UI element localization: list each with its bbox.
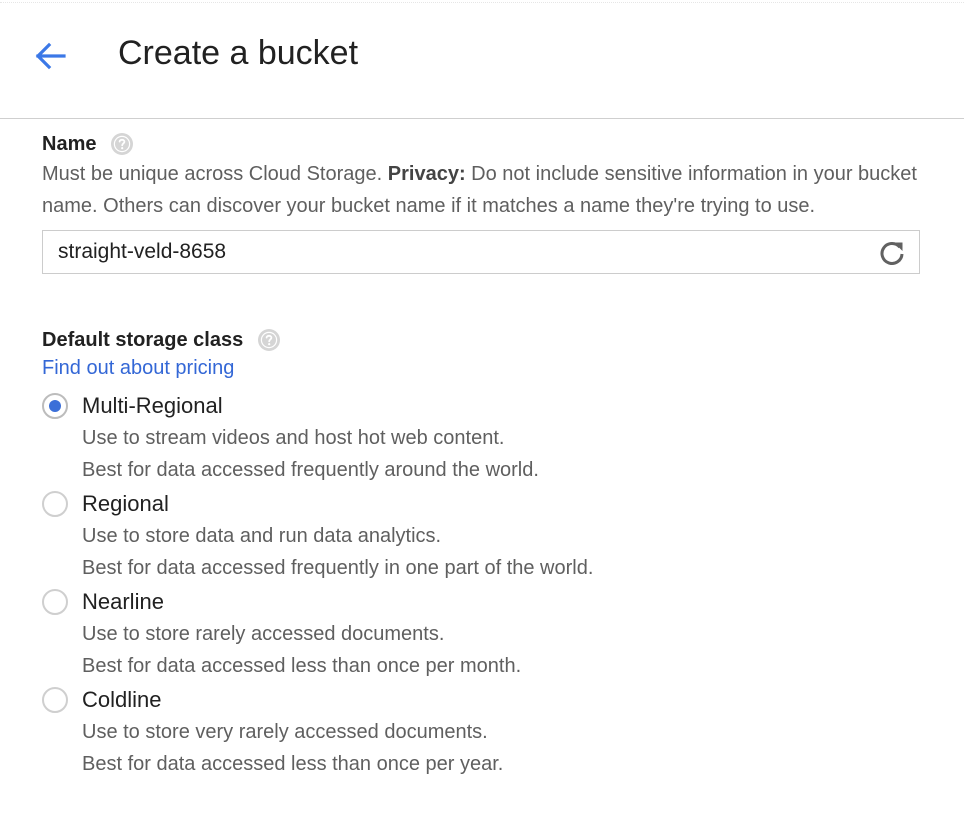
pricing-link[interactable]: Find out about pricing: [42, 354, 234, 382]
radio-description-line: Best for data accessed less than once pe…: [82, 753, 504, 775]
bucket-name-input[interactable]: [43, 231, 863, 273]
privacy-label: Privacy:: [387, 163, 466, 185]
name-description-prefix: Must be unique across Cloud Storage.: [42, 163, 388, 185]
radio-nearline[interactable]: [42, 589, 68, 615]
radio-description-line: Best for data accessed less than once pe…: [82, 655, 522, 677]
radio-label[interactable]: Regional: [82, 488, 922, 520]
bucket-name-field: [42, 230, 920, 274]
refresh-icon: [880, 242, 904, 265]
page-title: Create a bucket: [118, 34, 359, 72]
radio-label[interactable]: Multi-Regional: [82, 390, 922, 422]
name-label-row: Name: [42, 130, 922, 158]
name-section: Name Must be unique across Cloud Storage…: [42, 130, 922, 274]
back-button[interactable]: [30, 36, 70, 76]
radio-description-line: Best for data accessed frequently in one…: [82, 557, 594, 579]
radio-coldline[interactable]: [42, 687, 68, 713]
create-bucket-page: Create a bucket Name Must be unique acro…: [0, 0, 964, 840]
radio-description-line: Use to store data and run data analytics…: [82, 525, 442, 547]
radio-description-line: Use to stream videos and host hot web co…: [82, 427, 505, 449]
radio-multi-regional[interactable]: [42, 393, 68, 419]
arrow-left-icon: [35, 42, 66, 70]
radio-label[interactable]: Coldline: [82, 684, 922, 716]
storage-class-section: Default storage class Find out about pri…: [42, 326, 922, 780]
radio-description-line: Use to store rarely accessed documents.: [82, 623, 445, 645]
storage-option-regional: Regional Use to store data and run data …: [42, 488, 922, 584]
radio-label[interactable]: Nearline: [82, 586, 922, 618]
storage-class-radio-group: Multi-Regional Use to stream videos and …: [42, 390, 922, 780]
bucket-form: Name Must be unique across Cloud Storage…: [42, 130, 922, 782]
storage-class-label: Default storage class: [42, 329, 244, 351]
radio-description-line: Best for data accessed frequently around…: [82, 459, 539, 481]
help-circle-icon[interactable]: [110, 132, 134, 156]
storage-option-coldline: Coldline Use to store very rarely access…: [42, 684, 922, 780]
radio-regional[interactable]: [42, 491, 68, 517]
name-label: Name: [42, 133, 97, 155]
help-circle-icon[interactable]: [257, 328, 281, 352]
storage-option-nearline: Nearline Use to store rarely accessed do…: [42, 586, 922, 682]
storage-option-multi-regional: Multi-Regional Use to stream videos and …: [42, 390, 922, 486]
storage-class-label-row: Default storage class: [42, 326, 922, 354]
regenerate-name-button[interactable]: [877, 238, 907, 268]
name-description: Must be unique across Cloud Storage. Pri…: [42, 158, 922, 222]
radio-description-line: Use to store very rarely accessed docume…: [82, 721, 488, 743]
page-header: Create a bucket: [0, 0, 964, 119]
